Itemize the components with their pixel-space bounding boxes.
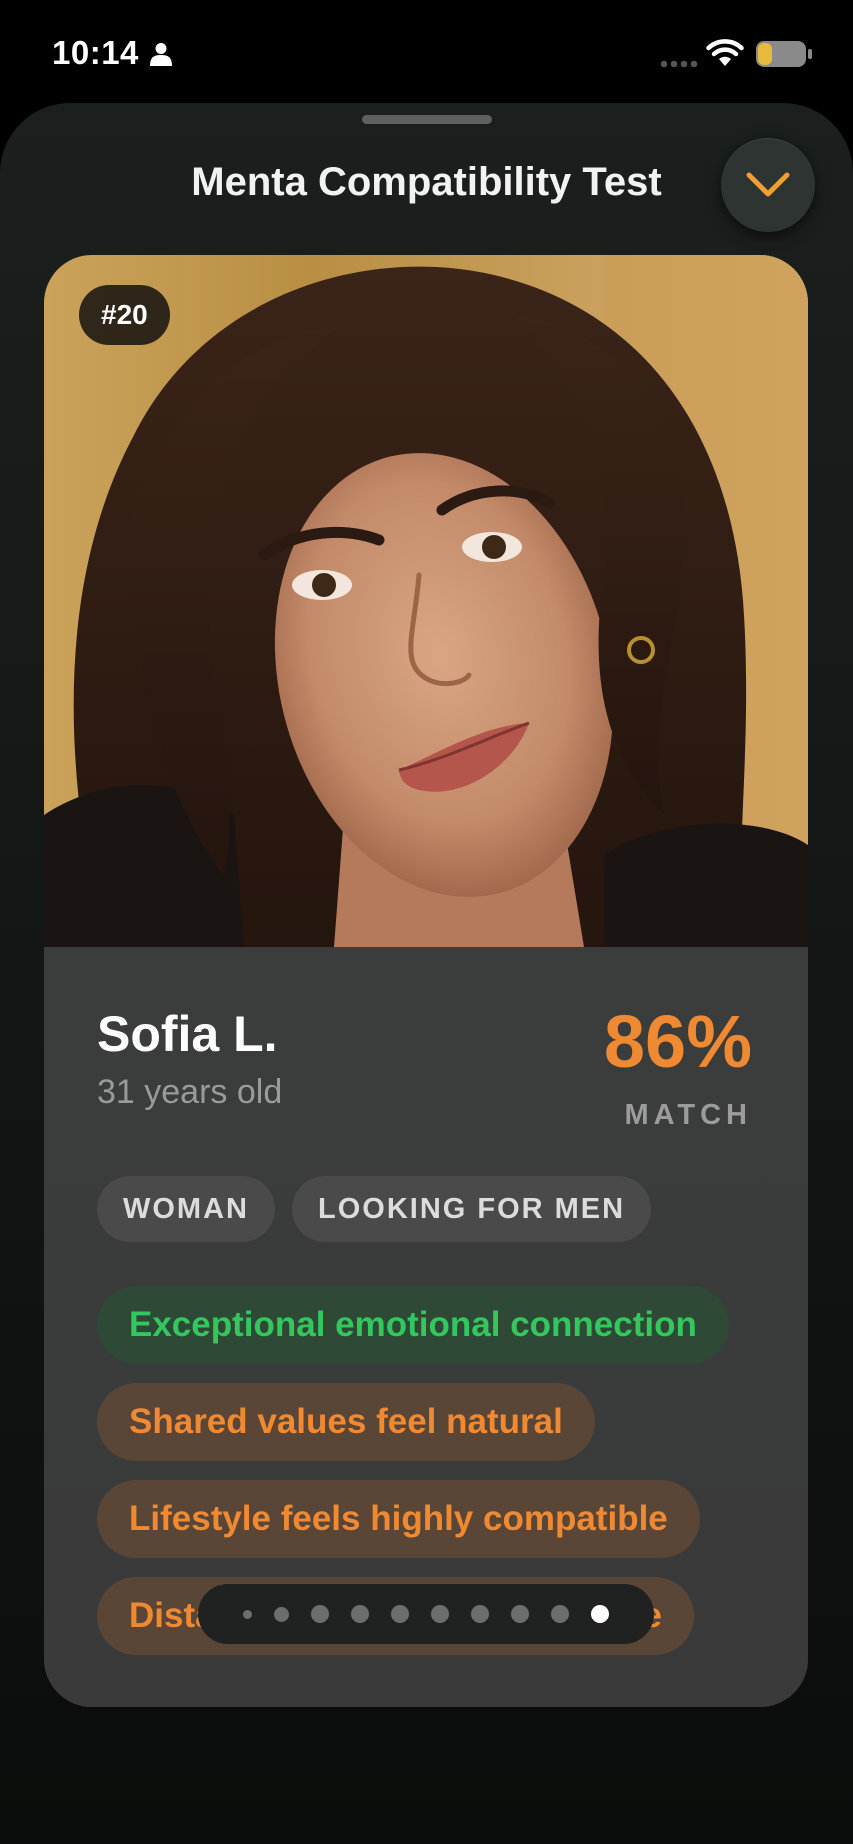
insight-pill: Exceptional emotional connection [97, 1286, 729, 1364]
page-dot[interactable] [351, 1605, 369, 1623]
collapse-button[interactable] [721, 138, 815, 232]
match-percent: 86% [603, 1000, 752, 1083]
page-dot[interactable] [511, 1605, 529, 1623]
page-dot[interactable] [391, 1605, 409, 1623]
page-dot-active[interactable] [591, 1605, 609, 1623]
profile-card[interactable]: #20 Sofia L. 31 years old 86% MATCH WOMA… [44, 255, 808, 1707]
signal-icon [660, 60, 698, 68]
insight-pill: Lifestyle feels highly compatible [97, 1480, 700, 1558]
person-icon [150, 43, 172, 66]
page-indicator[interactable] [198, 1584, 654, 1644]
portrait-illustration [44, 255, 808, 947]
profile-photo: #20 [44, 255, 808, 947]
page-dot[interactable] [311, 1605, 329, 1623]
profile-tags: WOMAN LOOKING FOR MEN [97, 1176, 652, 1242]
page-dot[interactable] [471, 1605, 489, 1623]
page-dot[interactable] [274, 1606, 289, 1622]
page-dot[interactable] [551, 1605, 569, 1623]
gender-tag: WOMAN [97, 1176, 275, 1242]
page-dot[interactable] [243, 1609, 252, 1619]
rank-badge: #20 [79, 285, 170, 345]
profile-age: 31 years old [97, 1073, 283, 1111]
page-dot[interactable] [431, 1605, 449, 1623]
status-bar: 10:14 [0, 0, 853, 100]
wifi-icon [706, 39, 744, 66]
insight-pill: Shared values feel natural [97, 1383, 595, 1461]
looking-for-tag: LOOKING FOR MEN [291, 1176, 652, 1242]
chevron-down-icon [746, 172, 790, 197]
match-label: MATCH [624, 1099, 752, 1131]
battery-icon [756, 41, 812, 67]
sheet-grabber[interactable] [362, 115, 492, 124]
profile-name: Sofia L. [97, 1006, 278, 1062]
status-time: 10:14 [52, 34, 139, 71]
